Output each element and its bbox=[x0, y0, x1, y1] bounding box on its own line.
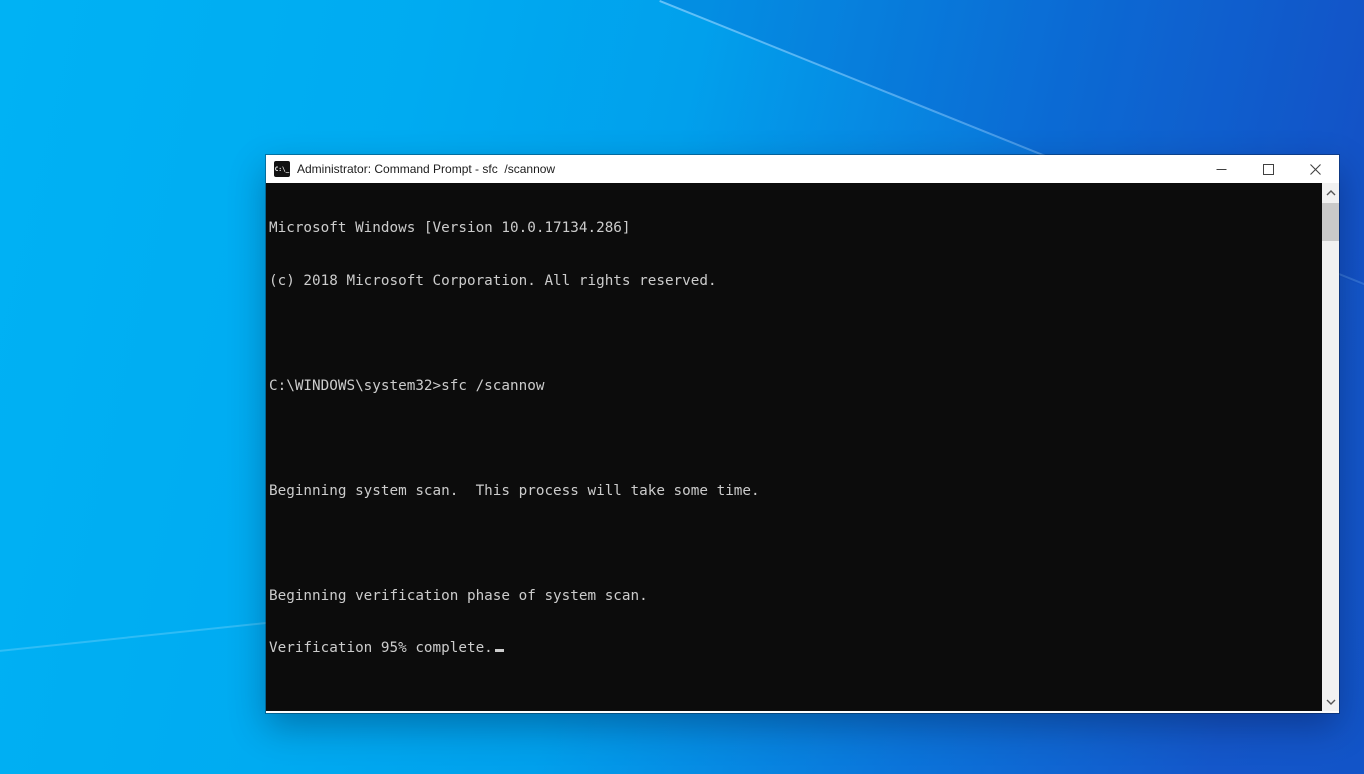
desktop-background: C:\_ Administrator: Command Prompt - sfc… bbox=[0, 0, 1364, 774]
console-line: Beginning verification phase of system s… bbox=[269, 587, 648, 604]
console-line: Microsoft Windows [Version 10.0.17134.28… bbox=[269, 220, 631, 236]
scrollbar[interactable] bbox=[1322, 183, 1339, 711]
console-line-text: Verification 95% complete. bbox=[269, 640, 493, 656]
scrollbar-up-button[interactable] bbox=[1322, 184, 1339, 201]
close-button[interactable] bbox=[1292, 155, 1339, 183]
console-line: C:\WINDOWS\system32>sfc /scannow bbox=[269, 377, 545, 394]
cmd-window: C:\_ Administrator: Command Prompt - sfc… bbox=[266, 155, 1339, 713]
titlebar[interactable]: C:\_ Administrator: Command Prompt - sfc… bbox=[266, 155, 1339, 183]
console-output[interactable]: Microsoft Windows [Version 10.0.17134.28… bbox=[266, 183, 1339, 713]
close-icon bbox=[1310, 163, 1321, 175]
console-line: Beginning system scan. This process will… bbox=[269, 482, 760, 499]
minimize-button[interactable] bbox=[1198, 155, 1245, 183]
console-line: (c) 2018 Microsoft Corporation. All righ… bbox=[269, 272, 717, 289]
scrollbar-thumb[interactable] bbox=[1322, 203, 1339, 241]
window-title: Administrator: Command Prompt - sfc /sca… bbox=[297, 162, 556, 176]
maximize-icon bbox=[1263, 163, 1274, 175]
scrollbar-down-button[interactable] bbox=[1322, 693, 1339, 710]
chevron-up-icon bbox=[1326, 189, 1335, 195]
window-controls bbox=[1198, 155, 1339, 183]
console-text: Microsoft Windows [Version 10.0.17134.28… bbox=[266, 183, 1322, 693]
console-line-current: Verification 95% complete. bbox=[269, 640, 1322, 658]
cmd-icon[interactable]: C:\_ bbox=[274, 161, 290, 177]
maximize-button[interactable] bbox=[1245, 155, 1292, 183]
minimize-icon bbox=[1216, 168, 1227, 170]
chevron-down-icon bbox=[1326, 699, 1335, 705]
text-cursor bbox=[494, 649, 504, 652]
